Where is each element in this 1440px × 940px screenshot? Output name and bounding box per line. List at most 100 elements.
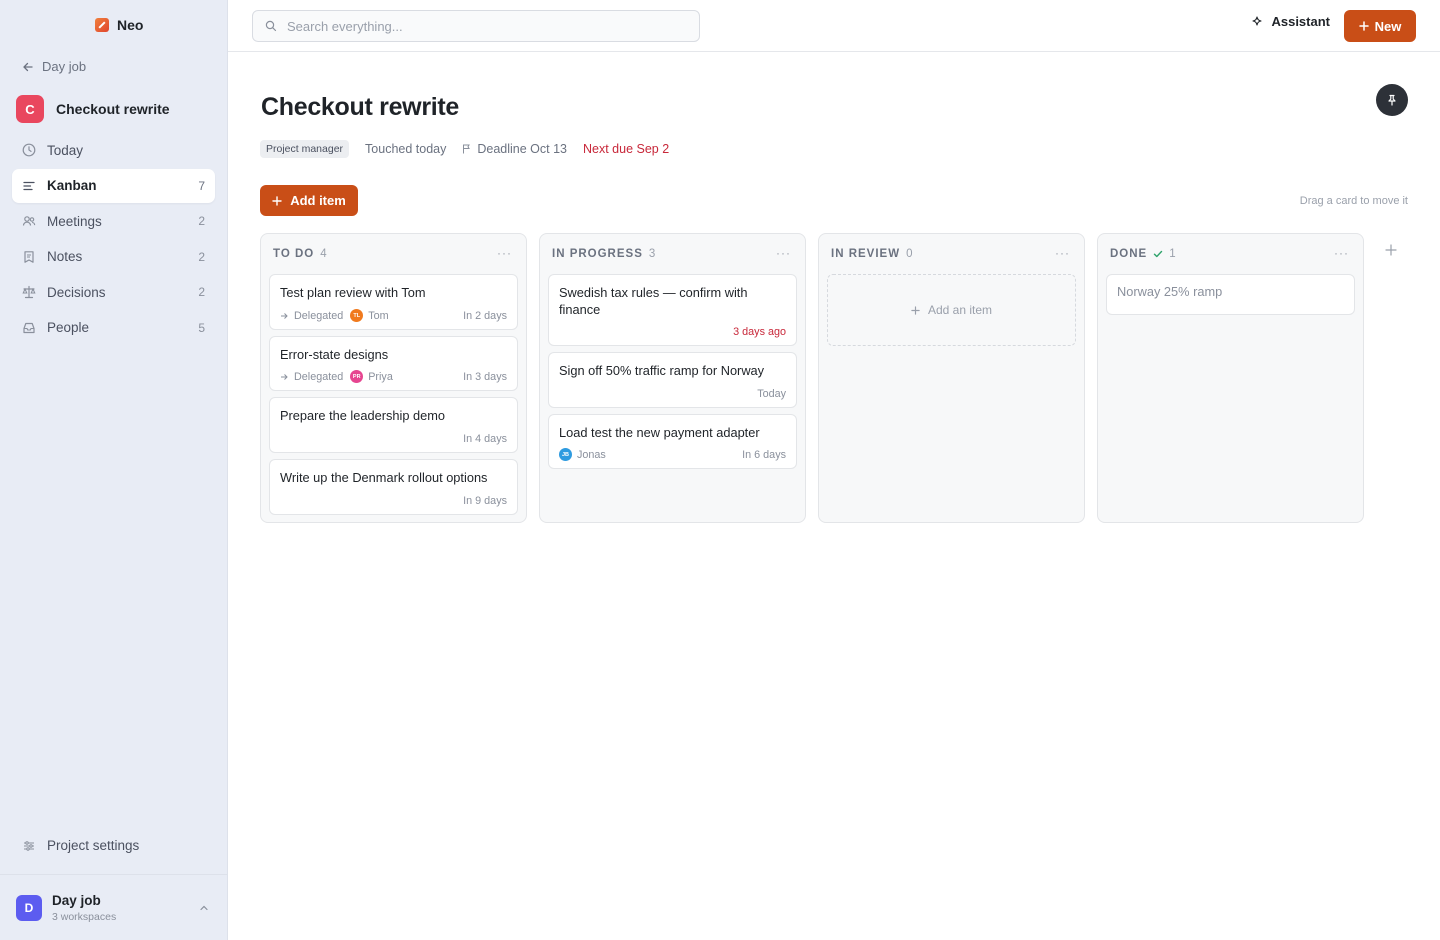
kanban-card[interactable]: Sign off 50% traffic ramp for Norway Tod… (548, 352, 797, 408)
assignee: TL Tom (350, 309, 389, 322)
sidebar-item-label: Today (47, 142, 84, 158)
kanban-column-in-review: IN REVIEW 0 ··· Add an item (818, 233, 1085, 523)
column-count: 1 (1169, 248, 1176, 260)
card-title: Swedish tax rules — confirm with finance (559, 285, 748, 317)
column-title: IN REVIEW (831, 248, 901, 260)
column-header: DONE 1 (1110, 248, 1176, 260)
card-footer: In 4 days (280, 433, 507, 445)
project-settings-label: Project settings (47, 838, 140, 853)
due-label: In 9 days (463, 495, 507, 507)
app-brand[interactable]: Neo (95, 17, 143, 33)
sidebar-item-people[interactable]: People 5 (12, 311, 215, 345)
due-label: In 3 days (463, 370, 507, 383)
workspace-avatar: D (16, 894, 42, 921)
kanban-column-todo: TO DO 4 ··· Test plan review with Tom De… (260, 233, 527, 523)
sidebar-item-meetings[interactable]: Meetings 2 (12, 204, 215, 238)
kanban-column-in-progress: IN PROGRESS 3 ··· Swedish tax rules — co… (539, 233, 806, 523)
plus-icon (1358, 21, 1369, 31)
plus-icon (272, 195, 282, 206)
project-meta: Project manager Touched today Deadline O… (260, 140, 669, 158)
workspace-name: Day job (52, 892, 101, 908)
delegated-label: Delegated (294, 370, 344, 383)
chevron-up-icon (200, 905, 208, 911)
kanban-card[interactable]: Write up the Denmark rollout options In … (269, 459, 518, 515)
assignee-name: Priya (368, 370, 393, 383)
assistant-button[interactable]: Assistant (1251, 14, 1330, 29)
plus-icon (911, 305, 920, 315)
sidebar-item-kanban[interactable]: Kanban 7 (12, 168, 215, 203)
avatar: TL (350, 309, 364, 322)
kanban-card[interactable]: Swedish tax rules — confirm with finance… (548, 274, 797, 346)
due-label: In 2 days (463, 309, 507, 322)
delegated-label: Delegated (294, 309, 344, 322)
kanban-card[interactable]: Load test the new payment adapter JB Jon… (548, 414, 797, 469)
column-menu-icon[interactable]: ··· (1055, 246, 1070, 260)
flag-icon (463, 144, 471, 154)
drag-hint: Drag a card to move it (1299, 195, 1408, 207)
avatar: PR (350, 370, 364, 383)
card-footer: In 9 days (280, 495, 507, 507)
kanban-card[interactable]: Error-state designs Delegated PR Priya I… (269, 336, 518, 391)
column-menu-icon[interactable]: ··· (1334, 246, 1349, 260)
kanban-card[interactable]: Test plan review with Tom Delegated TL T… (269, 274, 518, 330)
column-menu-icon[interactable]: ··· (776, 246, 791, 260)
sidebar-item-decisions[interactable]: Decisions 2 (12, 275, 215, 309)
column-count: 3 (648, 248, 656, 260)
card-title: Prepare the leadership demo (280, 408, 446, 423)
pin-button[interactable] (1376, 84, 1408, 116)
sidebar-item-count: 2 (198, 285, 205, 300)
delegated-tag: Delegated (280, 310, 343, 322)
back-link[interactable]: Day job (22, 59, 86, 74)
column-title: TO DO (273, 248, 315, 260)
search-icon (265, 20, 277, 32)
plus-icon (1385, 244, 1397, 256)
sidebar-item-count: 7 (198, 178, 205, 193)
search-input[interactable] (287, 18, 687, 34)
assignee: JB Jonas (559, 448, 606, 461)
card-footer: Delegated TL Tom In 2 days (280, 309, 507, 322)
add-card-slot[interactable]: Add an item (827, 274, 1076, 346)
kanban-column-done: DONE 1 ··· Norway 25% ramp (1097, 233, 1364, 523)
add-column-button[interactable] (1385, 240, 1397, 261)
card-title: Load test the new payment adapter (559, 425, 760, 440)
column-count: 0 (906, 248, 913, 260)
due-label: In 4 days (463, 433, 507, 445)
workspace-switcher[interactable]: D Day job 3 workspaces (0, 874, 227, 940)
deadline: Deadline Oct 13 (462, 142, 567, 156)
sidebar-item-label: Decisions (47, 284, 106, 300)
sidebar-item-today[interactable]: Today (12, 133, 215, 167)
card-title: Error-state designs (280, 347, 389, 362)
check-icon (1154, 250, 1163, 258)
role-badge: Project manager (260, 140, 350, 158)
sidebar-item-label: Meetings (47, 213, 102, 229)
project-settings-link[interactable]: Project settings (22, 838, 139, 853)
assistant-label: Assistant (1271, 14, 1330, 29)
workspace-subtitle: 3 workspaces (52, 910, 117, 923)
arrow-right-icon (281, 373, 288, 380)
add-card-label: Add an item (927, 303, 993, 317)
sidebar-item-label: Kanban (47, 178, 97, 194)
deadline-label: Deadline Oct 13 (477, 142, 567, 156)
kanban-card[interactable]: Norway 25% ramp (1106, 274, 1355, 315)
sidebar-item-count: 5 (198, 320, 205, 335)
scale-icon (22, 285, 36, 299)
next-due: Next due Sep 2 (583, 142, 670, 156)
due-label: 3 days ago (733, 326, 786, 338)
project-name: Checkout rewrite (56, 101, 170, 117)
search-box[interactable] (252, 10, 700, 42)
assignee-name: Tom (368, 309, 389, 322)
kanban-icon (22, 179, 36, 193)
sidebar: Neo Day job C Checkout rewrite Today Kan… (0, 0, 228, 940)
card-title: Test plan review with Tom (280, 285, 426, 300)
people-icon (22, 214, 36, 228)
add-item-button[interactable]: Add item (260, 185, 358, 216)
column-title: IN PROGRESS (552, 248, 643, 260)
kanban-card[interactable]: Prepare the leadership demo In 4 days (269, 397, 518, 453)
column-header: IN REVIEW 0 (831, 248, 912, 260)
sidebar-item-notes[interactable]: Notes 2 (12, 240, 215, 274)
card-title: Write up the Denmark rollout options (280, 470, 488, 485)
new-button[interactable]: New (1344, 10, 1416, 42)
column-menu-icon[interactable]: ··· (497, 246, 512, 260)
sparkle-icon (1252, 15, 1263, 26)
column-header: TO DO 4 (273, 248, 327, 260)
